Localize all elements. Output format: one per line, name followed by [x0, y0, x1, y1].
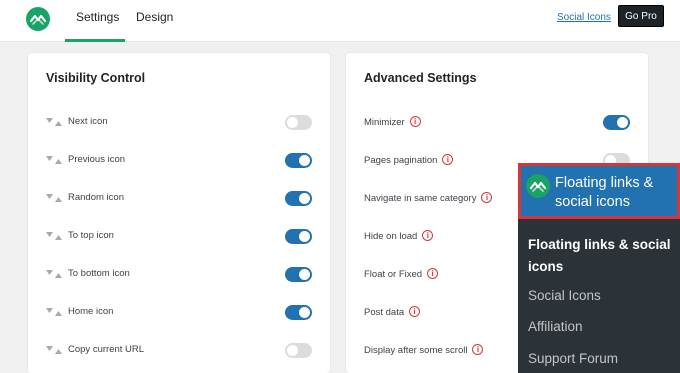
- visibility-label: Next icon: [68, 116, 108, 127]
- visibility-label: To top icon: [68, 230, 114, 241]
- info-icon[interactable]: i: [422, 230, 434, 241]
- sort-arrows-icon[interactable]: [46, 345, 62, 355]
- info-icon[interactable]: i: [481, 192, 493, 203]
- info-icon[interactable]: i: [472, 344, 484, 355]
- info-icon[interactable]: i: [409, 306, 421, 317]
- sort-arrows-icon[interactable]: [46, 193, 62, 203]
- visibility-row-previous: Previous icon: [28, 151, 330, 171]
- visibility-label: Home icon: [68, 306, 114, 317]
- visibility-row-to-bottom: To bottom icon: [28, 265, 330, 285]
- plugin-logo-icon: [26, 7, 50, 31]
- advanced-label: Display after some scroll: [364, 345, 468, 356]
- advanced-label: Navigate in same category: [364, 193, 477, 204]
- advanced-label: Post data: [364, 307, 405, 318]
- advanced-row-minimizer: Minimizer i: [346, 113, 648, 133]
- tab-design[interactable]: Design: [136, 10, 173, 24]
- visibility-row-next: Next icon: [28, 113, 330, 133]
- info-icon[interactable]: i: [442, 154, 454, 165]
- advanced-label: Hide on load: [364, 231, 418, 242]
- visibility-control-card: Visibility Control Next icon Previous ic…: [28, 53, 330, 373]
- visibility-label: Copy current URL: [68, 344, 145, 355]
- previous-icon-toggle[interactable]: [285, 153, 312, 168]
- visibility-row-copy-url: Copy current URL: [28, 341, 330, 361]
- social-icons-link[interactable]: Social Icons: [557, 12, 611, 23]
- sort-arrows-icon[interactable]: [46, 117, 62, 127]
- submenu-affiliation[interactable]: Affiliation: [528, 316, 583, 338]
- sort-arrows-icon[interactable]: [46, 269, 62, 279]
- sort-arrows-icon[interactable]: [46, 307, 62, 317]
- advanced-label: Minimizer: [364, 117, 405, 128]
- plugin-logo-icon: [526, 174, 550, 198]
- admin-menu-title: Floating links & social icons: [555, 175, 654, 210]
- minimizer-toggle[interactable]: [603, 115, 630, 130]
- submenu-floating-links[interactable]: Floating links & social icons: [528, 234, 678, 278]
- advanced-label: Pages pagination: [364, 155, 438, 166]
- submenu-social-icons[interactable]: Social Icons: [528, 285, 601, 307]
- visibility-label: Random icon: [68, 192, 124, 203]
- random-icon-toggle[interactable]: [285, 191, 312, 206]
- visibility-row-random: Random icon: [28, 189, 330, 209]
- to-top-icon-toggle[interactable]: [285, 229, 312, 244]
- active-tab-indicator: [65, 39, 125, 42]
- info-icon[interactable]: i: [427, 268, 439, 279]
- visibility-control-title: Visibility Control: [46, 71, 146, 85]
- next-icon-toggle[interactable]: [285, 115, 312, 130]
- info-icon[interactable]: i: [409, 116, 421, 127]
- submenu-support-forum[interactable]: Support Forum: [528, 348, 618, 370]
- go-pro-button[interactable]: Go Pro: [618, 5, 664, 27]
- copy-current-url-toggle[interactable]: [285, 343, 312, 358]
- advanced-label: Float or Fixed: [364, 269, 423, 280]
- visibility-label: Previous icon: [68, 154, 126, 165]
- sort-arrows-icon[interactable]: [46, 231, 62, 241]
- admin-menu-item-floating-links[interactable]: Floating links & social icons: [518, 163, 680, 219]
- sort-arrows-icon[interactable]: [46, 155, 62, 165]
- visibility-label: To bottom icon: [68, 268, 130, 279]
- admin-menu-flyout: Floating links & social icons Floating l…: [518, 163, 680, 373]
- visibility-row-home: Home icon: [28, 303, 330, 323]
- home-icon-toggle[interactable]: [285, 305, 312, 320]
- advanced-settings-title: Advanced Settings: [364, 71, 477, 85]
- to-bottom-icon-toggle[interactable]: [285, 267, 312, 282]
- tab-settings[interactable]: Settings: [76, 10, 119, 24]
- top-bar: Settings Design Social Icons Go Pro: [0, 0, 680, 42]
- visibility-row-to-top: To top icon: [28, 227, 330, 247]
